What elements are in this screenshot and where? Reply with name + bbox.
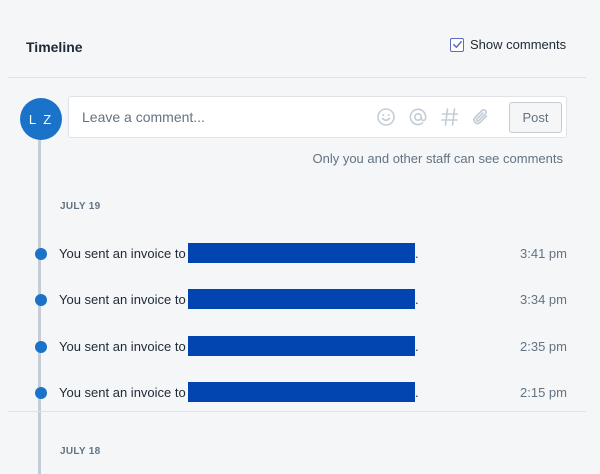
show-comments-label: Show comments: [470, 37, 567, 52]
show-comments-toggle[interactable]: Show comments: [450, 37, 566, 52]
checkmark-icon: [452, 41, 462, 48]
date-header-july-18: JULY 18: [60, 446, 101, 457]
group-divider: [8, 411, 586, 412]
event-time: 3:41 pm: [520, 246, 567, 261]
event-text: You sent an invoice to: [59, 385, 186, 400]
timeline-event: You sent an invoice to . 3:34 pm: [0, 289, 600, 311]
avatar: L Z: [20, 98, 62, 140]
redacted-recipient: [188, 289, 415, 309]
event-dot: [35, 294, 47, 306]
event-text-suffix: .: [415, 292, 419, 307]
event-time: 2:15 pm: [520, 385, 567, 400]
post-button[interactable]: Post: [509, 102, 562, 133]
at-mention-icon[interactable]: [408, 107, 428, 127]
redacted-recipient: [188, 336, 415, 356]
header-divider: [8, 77, 586, 78]
timeline-event: You sent an invoice to . 2:35 pm: [0, 336, 600, 358]
event-text: You sent an invoice to: [59, 292, 186, 307]
timeline-event: You sent an invoice to . 2:15 pm: [0, 382, 600, 404]
event-time: 3:34 pm: [520, 292, 567, 307]
timeline-title: Timeline: [26, 39, 83, 55]
date-header-july-19: JULY 19: [60, 201, 101, 212]
event-dot: [35, 387, 47, 399]
event-text-suffix: .: [415, 246, 419, 261]
comment-visibility-note: Only you and other staff can see comment…: [312, 151, 563, 166]
event-text-suffix: .: [415, 339, 419, 354]
event-text: You sent an invoice to: [59, 246, 186, 261]
timeline-event: You sent an invoice to . 3:41 pm: [0, 243, 600, 265]
event-text: You sent an invoice to: [59, 339, 186, 354]
event-text-suffix: .: [415, 385, 419, 400]
event-dot: [35, 341, 47, 353]
redacted-recipient: [188, 382, 415, 402]
event-dot: [35, 248, 47, 260]
paperclip-icon[interactable]: [471, 107, 491, 127]
redacted-recipient: [188, 243, 415, 263]
event-time: 2:35 pm: [520, 339, 567, 354]
hashtag-icon[interactable]: [440, 107, 460, 127]
show-comments-checkbox[interactable]: [450, 37, 464, 52]
comment-input[interactable]: [82, 97, 362, 137]
smiley-icon[interactable]: [376, 107, 396, 127]
comment-box: Post: [68, 96, 567, 138]
